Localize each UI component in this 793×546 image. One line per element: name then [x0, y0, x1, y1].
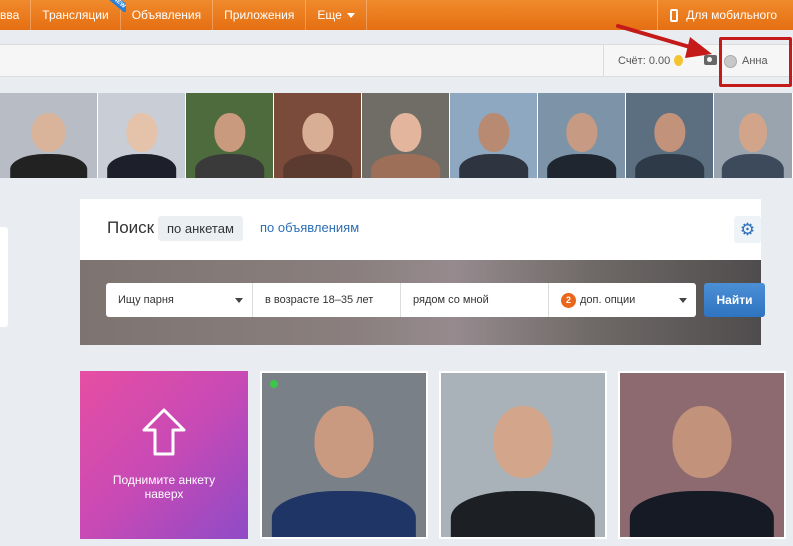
- find-button[interactable]: Найти: [704, 283, 765, 317]
- strip-photo[interactable]: [362, 93, 450, 178]
- promo-text: Поднимите анкету наверх: [112, 473, 216, 501]
- search-panel: Поиск по анкетам по объявлениям ⚙ Ищу па…: [80, 199, 765, 345]
- settings-notch: [740, 252, 756, 260]
- search-header: Поиск по анкетам по объявлениям ⚙: [80, 199, 761, 260]
- search-band: Ищу парня в возрасте 18–35 лет рядом со …: [80, 260, 765, 345]
- profile-photo: [262, 373, 426, 537]
- profile-photo: [620, 373, 784, 537]
- tab-ads[interactable]: по объявлениям: [260, 220, 359, 235]
- strip-photo[interactable]: [186, 93, 274, 178]
- account-bar: Счёт: 0.00 Анна: [0, 44, 793, 77]
- nav-item-ads[interactable]: Объявления: [121, 0, 214, 30]
- strip-photo[interactable]: [98, 93, 186, 178]
- nav-item-apps[interactable]: Приложения: [213, 0, 307, 30]
- profile-photo: [441, 373, 605, 537]
- photo-strip: [0, 93, 793, 178]
- gear-icon[interactable]: ⚙: [734, 216, 761, 243]
- strip-photo[interactable]: [714, 93, 793, 178]
- location-field[interactable]: рядом со мной: [401, 283, 549, 317]
- strip-photo[interactable]: [450, 93, 538, 178]
- chevron-down-icon: [346, 12, 355, 18]
- promote-profile-card[interactable]: Поднимите анкету наверх: [80, 371, 248, 539]
- options-count-badge: 2: [561, 292, 576, 308]
- arrow-up-icon: [142, 408, 186, 456]
- search-title: Поиск: [107, 218, 155, 237]
- search-fields: Ищу парня в возрасте 18–35 лет рядом со …: [106, 283, 696, 317]
- online-indicator: [270, 380, 278, 388]
- tab-profiles[interactable]: по анкетам: [158, 216, 243, 241]
- mobile-link[interactable]: Для мобильного: [657, 0, 793, 30]
- left-panel: [0, 227, 8, 327]
- nav-item-more[interactable]: Еще: [306, 0, 367, 30]
- top-nav: вва Трансляции NEW Объявления Приложения…: [0, 0, 793, 30]
- strip-photo[interactable]: [0, 93, 98, 178]
- extra-options-select[interactable]: 2 доп. опции: [549, 283, 696, 317]
- chevron-down-icon: [235, 298, 243, 303]
- balance[interactable]: Счёт: 0.00: [603, 45, 684, 76]
- gender-select[interactable]: Ищу парня: [106, 283, 253, 317]
- strip-photo[interactable]: [538, 93, 626, 178]
- profile-card[interactable]: [618, 371, 786, 539]
- chevron-down-icon: [679, 298, 687, 303]
- profile-card[interactable]: [260, 371, 428, 539]
- profile-card[interactable]: [439, 371, 607, 539]
- strip-photo[interactable]: [274, 93, 362, 178]
- age-range-field[interactable]: в возрасте 18–35 лет: [253, 283, 401, 317]
- phone-icon: [670, 8, 679, 22]
- nav-item-broadcasts[interactable]: Трансляции NEW: [31, 0, 126, 30]
- strip-photo[interactable]: [626, 93, 714, 178]
- nav-item-partial[interactable]: вва: [0, 0, 32, 30]
- coin-icon: [674, 55, 684, 66]
- highlight-box: [719, 37, 792, 87]
- camera-icon[interactable]: [704, 55, 717, 65]
